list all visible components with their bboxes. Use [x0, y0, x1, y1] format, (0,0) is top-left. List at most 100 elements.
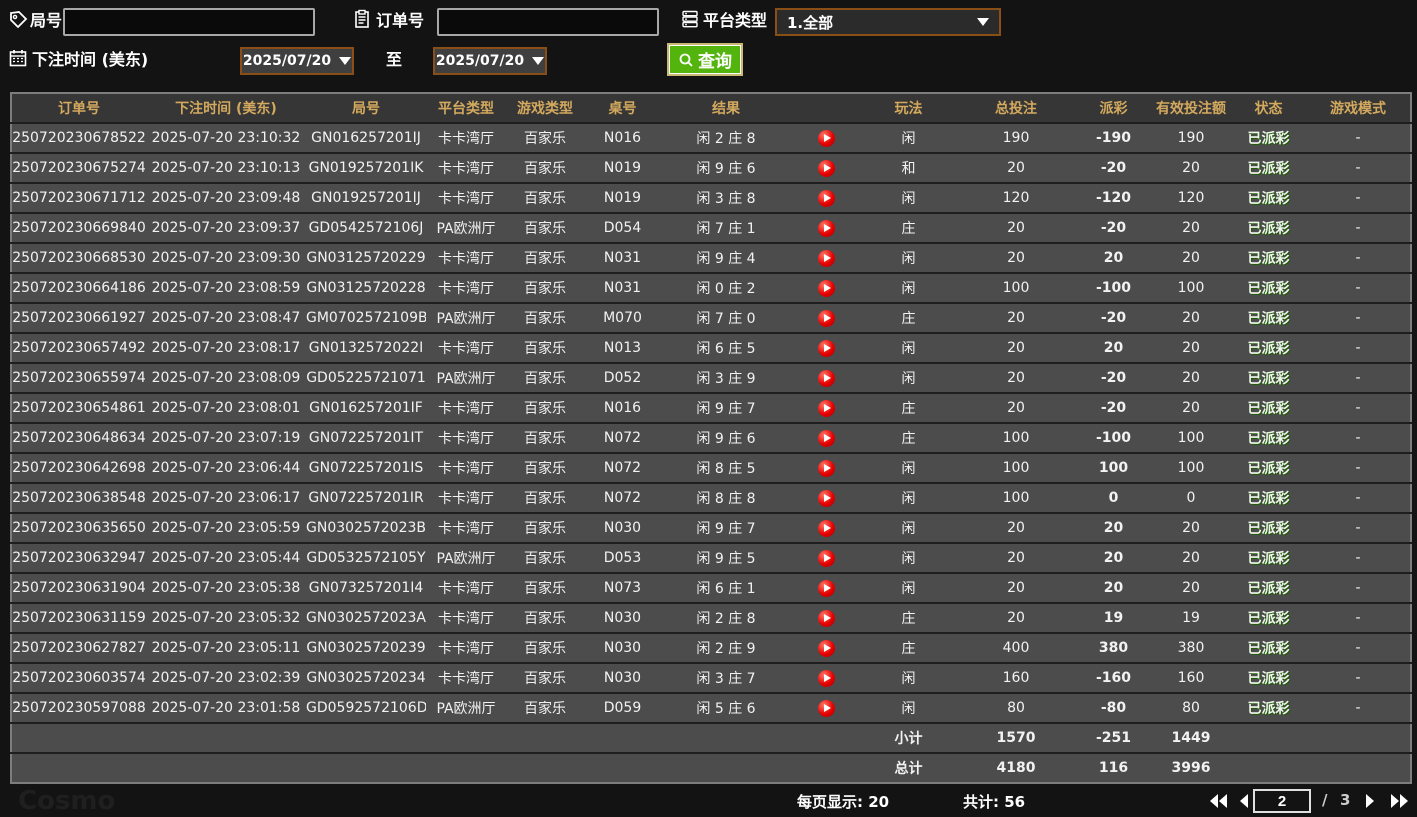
- cell-payout: 100: [1076, 453, 1151, 483]
- next-page-icon[interactable]: [1360, 792, 1380, 810]
- current-page-input[interactable]: [1253, 789, 1311, 813]
- cell-play: 闲: [861, 663, 956, 693]
- cell-play-icon: [791, 603, 861, 633]
- first-page-icon[interactable]: [1208, 792, 1228, 810]
- order-id-input[interactable]: [437, 8, 659, 36]
- cell-order-id: 250720230669840: [11, 213, 146, 243]
- cell-result: 闲 9 庄 7: [661, 393, 791, 423]
- cell-order-id: 250720230671712: [11, 183, 146, 213]
- table-row: 250720230664186 2025-07-20 23:08:59 GN0312…: [11, 273, 1411, 303]
- cell-play: 庄: [861, 603, 956, 633]
- play-video-icon[interactable]: [817, 279, 835, 297]
- play-video-icon[interactable]: [817, 699, 835, 717]
- cell-round-id: GD0542572106J: [306, 213, 426, 243]
- cell-play: 闲: [861, 363, 956, 393]
- cell-game-type: 百家乐: [506, 603, 584, 633]
- column-header: 玩法: [861, 93, 956, 123]
- cell-game-mode: -: [1306, 453, 1411, 483]
- play-video-icon[interactable]: [817, 429, 835, 447]
- cell-payout: -20: [1076, 363, 1151, 393]
- cell-game-type: 百家乐: [506, 543, 584, 573]
- table-row: 250720230655974 2025-07-20 23:08:09 GD0522…: [11, 363, 1411, 393]
- play-video-icon[interactable]: [817, 219, 835, 237]
- play-video-icon[interactable]: [817, 609, 835, 627]
- last-page-icon[interactable]: [1390, 792, 1410, 810]
- cell-round-id: GN072257201IR: [306, 483, 426, 513]
- play-video-icon[interactable]: [817, 459, 835, 477]
- cell-play-icon: [791, 693, 861, 723]
- search-button[interactable]: 查询: [667, 43, 743, 76]
- cell-game-type: 百家乐: [506, 303, 584, 333]
- filter-bar: 局号 订单号 平台类型 1.全部 下注时间 (美东) 2025/07/20 至 …: [0, 0, 1417, 92]
- play-video-icon[interactable]: [817, 159, 835, 177]
- cell-order-id: 250720230632947: [11, 543, 146, 573]
- cell-round-id: GN016257201IJ: [306, 123, 426, 153]
- cell-bet-time: 2025-07-20 23:09:37: [146, 213, 306, 243]
- cell-bet-time: 2025-07-20 23:05:38: [146, 573, 306, 603]
- play-video-icon[interactable]: [817, 669, 835, 687]
- platform-type-label: 平台类型: [703, 11, 768, 30]
- play-video-icon[interactable]: [817, 639, 835, 657]
- cell-platform: 卡卡湾厅: [426, 603, 506, 633]
- table-row: 250720230648634 2025-07-20 23:07:19 GN0722…: [11, 423, 1411, 453]
- play-video-icon[interactable]: [817, 579, 835, 597]
- round-id-input[interactable]: [63, 8, 315, 36]
- cell-result: 闲 7 庄 1: [661, 213, 791, 243]
- cell-bet-time: 2025-07-20 23:06:44: [146, 453, 306, 483]
- play-video-icon[interactable]: [817, 489, 835, 507]
- play-video-icon[interactable]: [817, 549, 835, 567]
- cell-payout: 20: [1076, 243, 1151, 273]
- cell-table-no: N019: [584, 153, 661, 183]
- cell-round-id: GN0302572023A: [306, 603, 426, 633]
- play-video-icon[interactable]: [817, 309, 835, 327]
- play-video-icon[interactable]: [817, 129, 835, 147]
- cell-payout: -100: [1076, 273, 1151, 303]
- cell-table-no: N030: [584, 603, 661, 633]
- play-video-icon[interactable]: [817, 399, 835, 417]
- cell-order-id: 250720230678522: [11, 123, 146, 153]
- cell-play-icon: [791, 393, 861, 423]
- cell-table-no: M070: [584, 303, 661, 333]
- cell-result: 闲 2 庄 8: [661, 123, 791, 153]
- cell-table-no: D059: [584, 693, 661, 723]
- grand-total-row-total-bet: 4180: [956, 753, 1076, 783]
- cell-total-bet: 80: [956, 693, 1076, 723]
- cell-game-mode: -: [1306, 633, 1411, 663]
- cell-round-id: GN072257201IT: [306, 423, 426, 453]
- cell-table-no: N030: [584, 663, 661, 693]
- cell-round-id: GN019257201IK: [306, 153, 426, 183]
- cell-result: 闲 6 庄 5: [661, 333, 791, 363]
- play-video-icon[interactable]: [817, 339, 835, 357]
- cell-status: 已派彩: [1231, 543, 1306, 573]
- date-from-picker[interactable]: 2025/07/20: [240, 47, 354, 75]
- table-row: 250720230668530 2025-07-20 23:09:30 GN0312…: [11, 243, 1411, 273]
- cell-play-icon: [791, 513, 861, 543]
- subtotal-row-valid-bet: 1449: [1151, 723, 1231, 753]
- cell-status: 已派彩: [1231, 273, 1306, 303]
- column-header: 订单号: [11, 93, 146, 123]
- prev-page-icon[interactable]: [1234, 792, 1254, 810]
- play-video-icon[interactable]: [817, 189, 835, 207]
- date-to-picker[interactable]: 2025/07/20: [433, 47, 547, 75]
- cell-order-id: 250720230668530: [11, 243, 146, 273]
- chevron-down-icon: [339, 57, 352, 65]
- table-row: 250720230661927 2025-07-20 23:08:47 GM0702…: [11, 303, 1411, 333]
- cell-status: 已派彩: [1231, 393, 1306, 423]
- cell-bet-time: 2025-07-20 23:09:30: [146, 243, 306, 273]
- cell-result: 闲 9 庄 4: [661, 243, 791, 273]
- cell-bet-time: 2025-07-20 23:10:13: [146, 153, 306, 183]
- cell-status: 已派彩: [1231, 663, 1306, 693]
- play-video-icon[interactable]: [817, 369, 835, 387]
- play-video-icon[interactable]: [817, 249, 835, 267]
- cell-status: 已派彩: [1231, 213, 1306, 243]
- cell-game-type: 百家乐: [506, 363, 584, 393]
- cell-game-mode: -: [1306, 153, 1411, 183]
- table-row: 250720230631159 2025-07-20 23:05:32 GN0302…: [11, 603, 1411, 633]
- play-video-icon[interactable]: [817, 519, 835, 537]
- cell-table-no: D054: [584, 213, 661, 243]
- cell-order-id: 250720230664186: [11, 273, 146, 303]
- cell-valid-bet: 120: [1151, 183, 1231, 213]
- cell-result: 闲 9 庄 6: [661, 153, 791, 183]
- platform-type-select[interactable]: 1.全部: [775, 8, 1001, 36]
- cell-platform: PA欧洲厅: [426, 543, 506, 573]
